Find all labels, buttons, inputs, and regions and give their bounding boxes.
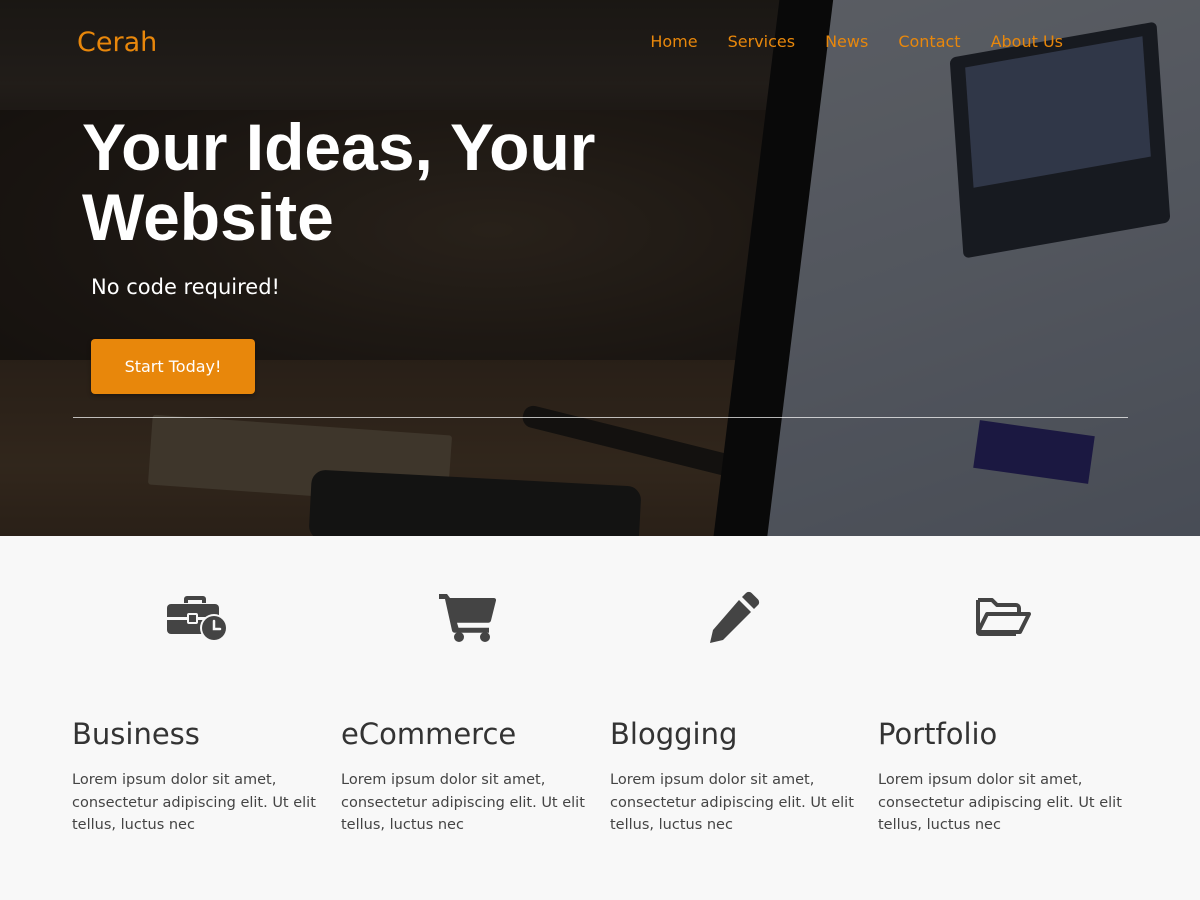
start-today-button[interactable]: Start Today!	[91, 339, 255, 394]
feature-title: eCommerce	[341, 717, 517, 751]
shopping-cart-icon	[437, 590, 499, 644]
feature-description: Lorem ipsum dolor sit amet, consectetur …	[878, 772, 1122, 833]
nav-item-home[interactable]: Home	[650, 32, 697, 51]
nav-item-contact[interactable]: Contact	[898, 32, 960, 51]
hero-section: Cerah Home Services News Contact About U…	[0, 0, 1200, 536]
main-nav: Home Services News Contact About Us	[650, 32, 1063, 51]
briefcase-clock-icon	[167, 590, 229, 644]
nav-item-services[interactable]: Services	[728, 32, 795, 51]
hero-divider	[73, 417, 1128, 418]
site-header: Cerah Home Services News Contact About U…	[0, 0, 1200, 90]
pencil-icon	[706, 590, 768, 644]
feature-description: Lorem ipsum dolor sit amet, consectetur …	[610, 772, 854, 833]
nav-item-news[interactable]: News	[825, 32, 868, 51]
hero-subheadline: No code required!	[91, 275, 280, 299]
nav-item-about-us[interactable]: About Us	[991, 32, 1063, 51]
feature-description: Lorem ipsum dolor sit amet, consectetur …	[341, 772, 585, 833]
folder-open-icon	[974, 590, 1036, 644]
site-logo[interactable]: Cerah	[77, 27, 157, 58]
feature-description: Lorem ipsum dolor sit amet, consectetur …	[72, 772, 316, 833]
feature-title: Portfolio	[878, 717, 998, 751]
feature-title: Blogging	[610, 717, 738, 751]
hero-headline: Your Ideas, Your Website	[82, 110, 596, 254]
features-section: Business Lorem ipsum dolor sit amet, con…	[0, 536, 1200, 900]
feature-title: Business	[72, 717, 200, 751]
